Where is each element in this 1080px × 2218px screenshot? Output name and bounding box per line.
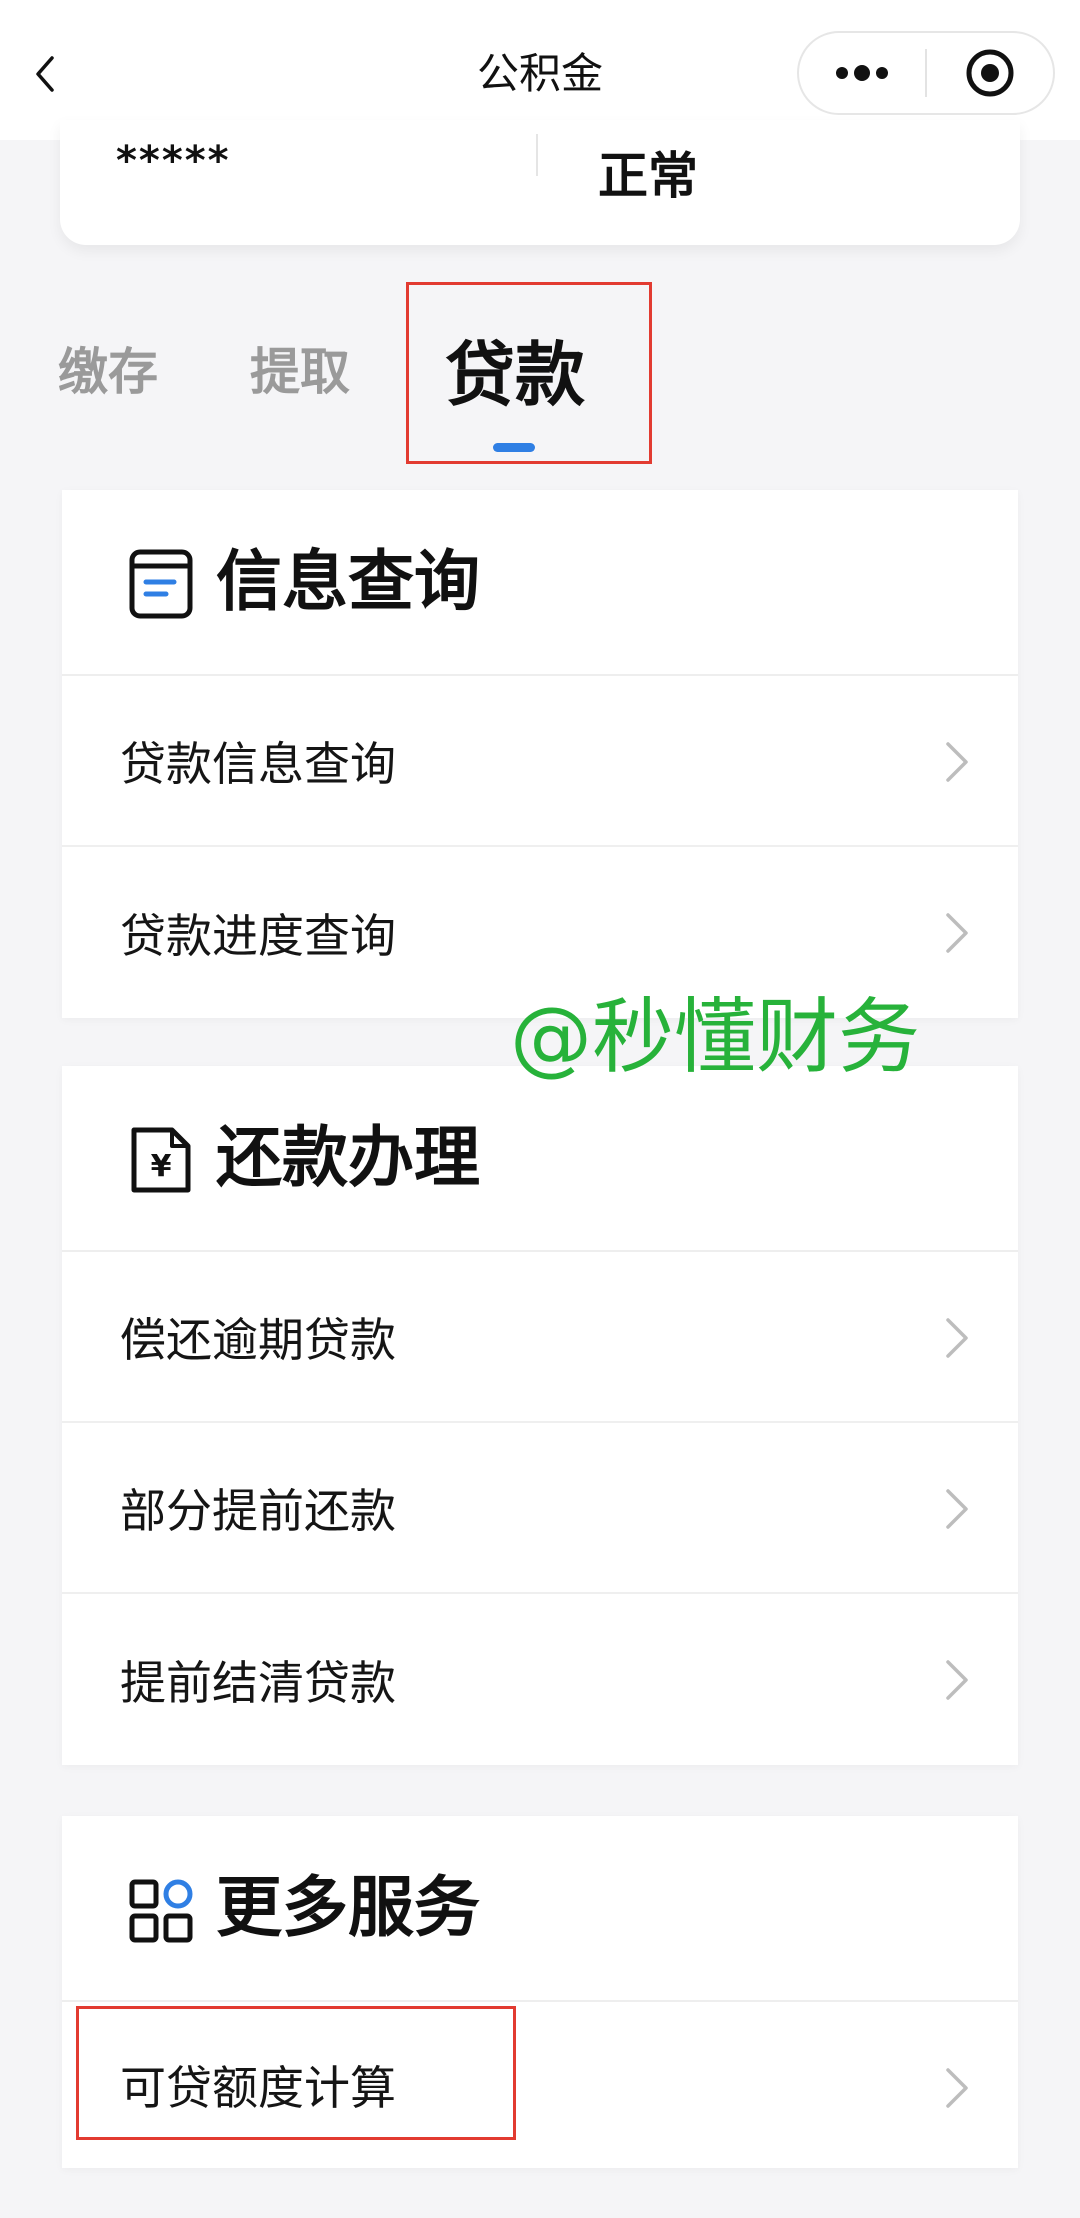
more-button[interactable] <box>799 33 925 113</box>
chevron-right-icon <box>946 2068 968 2108</box>
account-divider <box>536 134 538 176</box>
chevron-right-icon <box>946 913 968 953</box>
list-item-full-settle[interactable]: 提前结清贷款 <box>62 1594 1018 1765</box>
account-number-masked: ***** <box>116 138 231 184</box>
more-dots-icon <box>836 65 888 81</box>
tab-loan-label: 贷款 <box>445 334 585 416</box>
yuan-document-icon: ¥ <box>131 1127 191 1193</box>
section-title: 更多服务 <box>216 1869 480 1946</box>
section-title: 信息查询 <box>216 543 480 620</box>
chevron-right-icon <box>946 1660 968 1700</box>
page: 公积金 ***** 正常 缴存 提取 贷款 信息查询 贷款信息查询 贷款进度查询… <box>0 0 1080 2218</box>
list-item-label: 贷款信息查询 <box>120 736 396 791</box>
section-more-services: 更多服务 可贷额度计算 <box>62 1816 1018 2168</box>
account-card: ***** 正常 <box>60 120 1020 245</box>
section-header: 更多服务 <box>62 1816 1018 2002</box>
list-item-label: 提前结清贷款 <box>120 1655 396 1710</box>
watermark-text: @秒懂财务 <box>510 990 921 1085</box>
list-item-overdue-repay[interactable]: 偿还逾期贷款 <box>62 1252 1018 1423</box>
list-item-loan-quota-calc[interactable]: 可贷额度计算 <box>62 2002 1018 2168</box>
tab-active-indicator <box>493 443 535 452</box>
list-item-label: 部分提前还款 <box>120 1483 396 1538</box>
section-info-query: 信息查询 贷款信息查询 贷款进度查询 <box>62 490 1018 1018</box>
section-header: 信息查询 <box>62 490 1018 676</box>
tab-bar: 缴存 提取 贷款 <box>0 282 1080 464</box>
list-item-partial-prepay[interactable]: 部分提前还款 <box>62 1423 1018 1594</box>
list-item-loan-info[interactable]: 贷款信息查询 <box>62 676 1018 847</box>
target-close-icon <box>966 49 1014 97</box>
tab-loan[interactable]: 贷款 <box>406 282 652 464</box>
tab-withdraw[interactable]: 提取 <box>250 342 350 402</box>
nav-bar: 公积金 <box>0 0 1080 140</box>
list-item-label: 偿还逾期贷款 <box>120 1312 396 1367</box>
svg-text:¥: ¥ <box>151 1149 172 1184</box>
highlight-box <box>76 2006 516 2140</box>
account-status: 正常 <box>598 147 698 205</box>
list-item-label: 贷款进度查询 <box>120 908 396 963</box>
section-title: 还款办理 <box>216 1119 480 1196</box>
grid-apps-icon <box>129 1879 193 1943</box>
tab-deposit[interactable]: 缴存 <box>58 342 158 402</box>
chevron-right-icon <box>946 742 968 782</box>
close-button[interactable] <box>927 33 1053 113</box>
document-list-icon <box>129 549 193 619</box>
chevron-right-icon <box>946 1489 968 1529</box>
section-header: ¥ 还款办理 <box>62 1066 1018 1252</box>
chevron-right-icon <box>946 1318 968 1358</box>
mini-program-capsule <box>797 31 1055 115</box>
section-repayment: ¥ 还款办理 偿还逾期贷款 部分提前还款 提前结清贷款 <box>62 1066 1018 1765</box>
